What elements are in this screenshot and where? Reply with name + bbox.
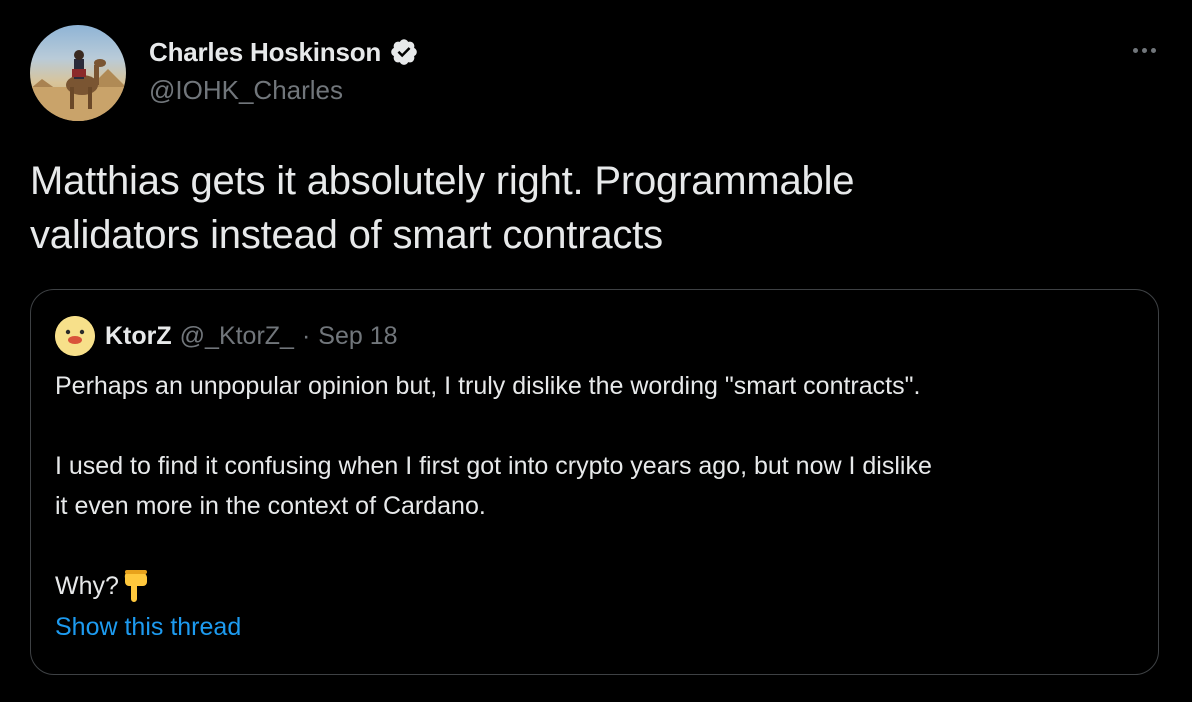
quoted-tweet[interactable]: KtorZ @_KtorZ_ · Sep 18 Perhaps an unpop… [30, 289, 1159, 675]
quoted-author-handle: @_KtorZ_ [179, 321, 294, 350]
quoted-author-avatar[interactable] [55, 316, 95, 356]
show-thread-link[interactable]: Show this thread [55, 613, 241, 642]
author-name-row: Charles Hoskinson [149, 34, 419, 70]
why-line: Why? [55, 566, 1135, 606]
tweet-text-line: Matthias gets it absolutely right. Progr… [30, 159, 855, 203]
author-handle[interactable]: @IOHK_Charles [149, 75, 343, 106]
quoted-paragraph-line: it even more in the context of Cardano. [55, 492, 486, 520]
why-text: Why? [55, 572, 119, 600]
verified-badge-icon [389, 37, 419, 67]
quoted-author-name: KtorZ [105, 321, 172, 350]
author-avatar[interactable] [30, 25, 126, 121]
tweet-text-line: validators instead of smart contracts [30, 213, 663, 257]
tweet-text: Matthias gets it absolutely right. Progr… [30, 154, 1130, 262]
quoted-tweet-body: Perhaps an unpopular opinion but, I trul… [55, 366, 1135, 606]
duck-face-icon [55, 316, 95, 356]
more-options-icon[interactable] [1126, 36, 1162, 64]
tweet-card: Charles Hoskinson @IOHK_Charles Matthias… [0, 0, 1192, 702]
quoted-tweet-header: KtorZ @_KtorZ_ · Sep 18 [55, 316, 398, 356]
quoted-paragraph: Perhaps an unpopular opinion but, I trul… [55, 372, 921, 400]
quoted-tweet-date: Sep 18 [318, 321, 398, 350]
pointing-down-emoji-icon [121, 568, 151, 604]
quoted-paragraph-line: I used to find it confusing when I first… [55, 452, 932, 480]
author-display-name[interactable]: Charles Hoskinson [149, 37, 381, 68]
separator-dot: · [301, 321, 311, 350]
camel-rider-photo-icon [30, 50, 126, 121]
